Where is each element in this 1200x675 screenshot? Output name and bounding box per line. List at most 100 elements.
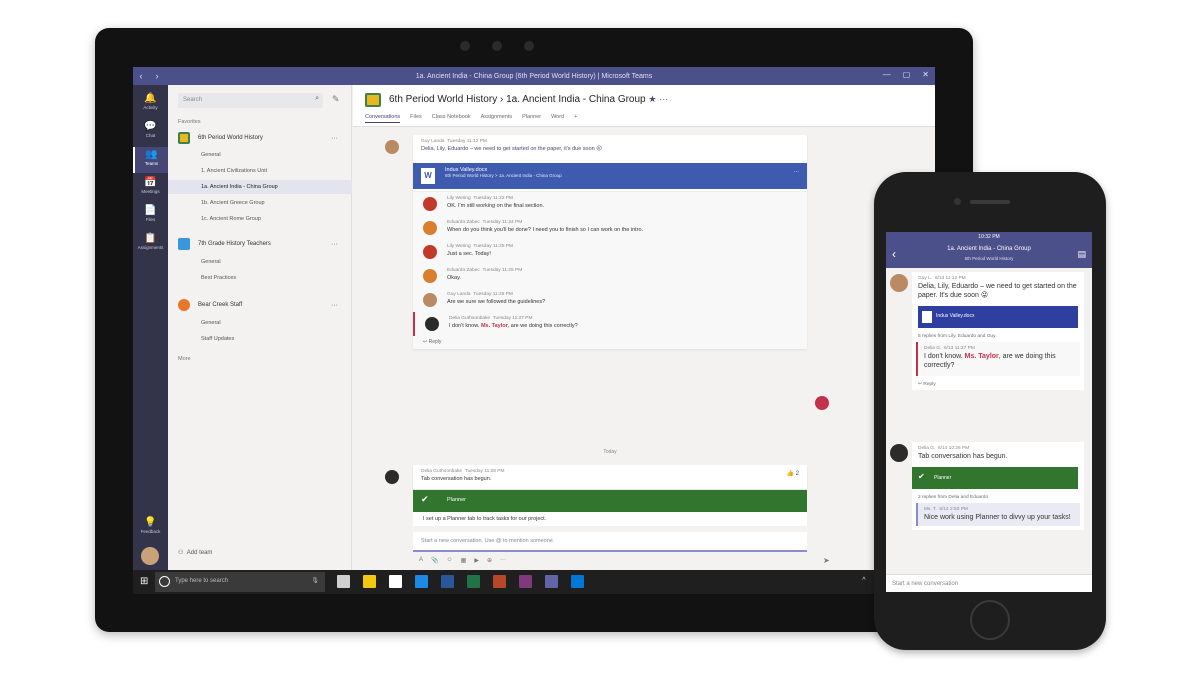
microphone-icon[interactable]: 🎙 (311, 577, 319, 584)
team-info-icon[interactable]: ▤ (1077, 249, 1086, 260)
task-view-icon[interactable] (337, 575, 350, 588)
user-avatar[interactable] (141, 547, 159, 565)
add-tab-button[interactable]: + (574, 114, 577, 123)
powerpoint-icon[interactable] (493, 575, 506, 588)
product-stage: ‹ › 1a. Ancient India - China Group (6th… (0, 0, 1200, 675)
planner-card[interactable]: ✔ Planner (413, 490, 807, 512)
windows-start-icon[interactable]: ⊞ (140, 576, 148, 587)
reply-message-important: Delia Guthoonbake Tuesday 11:27 PM I don'… (413, 312, 807, 336)
excel-icon[interactable] (467, 575, 480, 588)
search-input[interactable]: Search ⌕ (178, 93, 323, 108)
phone-message: Delia G. 6/14 10:26 PM Tab conversation … (912, 442, 1084, 530)
favorite-star-icon[interactable]: ★ (648, 94, 656, 104)
channel-item[interactable]: Staff Updates (168, 332, 352, 346)
phone-channel-title: 1a. Ancient India - China Group (947, 246, 1031, 252)
phone-compose-input[interactable]: Start a new conversation (886, 574, 1092, 592)
avatar (890, 274, 908, 292)
avatar (425, 317, 439, 331)
teams-app-icon[interactable] (545, 575, 558, 588)
add-team-button[interactable]: ⚇ Add team (178, 549, 212, 556)
window-title: 1a. Ancient India - China Group (6th Per… (415, 72, 653, 80)
conversation-thread: Delia Guthoonbake Tuesday 11:28 PM Tab c… (385, 465, 807, 489)
channel-item[interactable]: General (168, 148, 352, 162)
rail-chat[interactable]: 💬 Chat (133, 119, 168, 145)
home-button[interactable] (970, 600, 1010, 640)
avatar (385, 140, 399, 154)
reply-button[interactable]: ↩ Reply (912, 380, 1084, 390)
planner-card[interactable]: ✔ Planner (912, 467, 1078, 489)
word-icon[interactable] (441, 575, 454, 588)
more-options-icon[interactable]: ··· (331, 241, 338, 248)
outlook-icon[interactable] (571, 575, 584, 588)
channel-header: 6th Period World History › 1a. Ancient I… (353, 85, 935, 127)
calendar-icon: 📅 (144, 177, 157, 188)
windows-taskbar: ⊞ Type here to search 🎙 ^ (133, 570, 935, 594)
close-icon[interactable]: ✕ (922, 70, 929, 79)
rail-files[interactable]: 📄 Files (133, 203, 168, 229)
channel-item-selected[interactable]: 1a. Ancient India - China Group (168, 180, 352, 194)
file-attachment-card[interactable]: W Indus Valley.docx 6th Period World His… (413, 163, 807, 189)
more-options-icon[interactable]: ··· (659, 94, 668, 104)
video-icon[interactable]: ▶ (474, 557, 479, 564)
lightbulb-icon: 💡 (144, 517, 157, 528)
edge-icon[interactable] (415, 575, 428, 588)
taskbar-search-input[interactable]: Type here to search 🎙 (155, 572, 325, 592)
channel-item[interactable]: General (168, 316, 352, 330)
team-item[interactable]: Bear Creek Staff ··· (178, 298, 348, 312)
team-icon (178, 299, 190, 311)
format-icon[interactable]: A (419, 557, 423, 564)
channel-item[interactable]: Best Practices (168, 271, 352, 285)
rail-feedback[interactable]: 💡 Feedback (133, 515, 168, 541)
onenote-icon[interactable] (519, 575, 532, 588)
tab-files[interactable]: Files (410, 114, 422, 123)
planner-icon: ✔ (918, 472, 925, 481)
team-item[interactable]: 7th Grade History Teachers ··· (178, 237, 348, 251)
more-options-icon[interactable]: ··· (794, 169, 800, 175)
team-item[interactable]: 6th Period World History ··· (178, 131, 348, 145)
tab-assignments[interactable]: Assignments (481, 114, 513, 123)
more-teams-link[interactable]: More (178, 356, 191, 362)
more-options-icon[interactable]: ··· (500, 557, 506, 564)
like-icon[interactable]: 👍 2 (787, 470, 799, 477)
team-icon (365, 93, 381, 107)
teams-icon: 👥 (145, 149, 158, 160)
channel-item[interactable]: 1c. Ancient Rome Group (168, 212, 352, 226)
team-icon (178, 238, 190, 250)
compose-input[interactable]: Start a new conversation. Use @ to menti… (413, 532, 807, 552)
store-icon[interactable] (389, 575, 402, 588)
replies-summary[interactable]: 2 replies from Delia and Eduardo (912, 493, 1084, 503)
rail-assignments[interactable]: 📋 Assignments (133, 231, 168, 257)
file-attachment-card[interactable]: Indus Valley.docx (918, 306, 1078, 328)
meet-icon[interactable]: ⊕ (487, 557, 492, 564)
reply-message: Eduardo Zabec Tuesday 11:25 PM Okay. (413, 264, 807, 288)
emoji-icon[interactable]: ☺ (447, 557, 453, 564)
maximize-icon[interactable]: ▢ (903, 70, 911, 79)
compose-icon[interactable]: ✎ (332, 94, 340, 105)
cortana-icon (159, 576, 170, 587)
tab-conversations[interactable]: Conversations (365, 114, 401, 123)
channel-item[interactable]: General (168, 255, 352, 269)
rail-meetings[interactable]: 📅 Meetings (133, 175, 168, 201)
planner-card-wrap: ✔ Planner I set up a Planner tab to trac… (413, 490, 807, 526)
search-icon: ⌕ (315, 95, 319, 102)
camera-dot (492, 41, 502, 51)
attach-icon[interactable]: 📎 (431, 557, 438, 564)
giphy-icon[interactable]: ▦ (461, 557, 467, 564)
minimize-icon[interactable]: — (883, 70, 891, 79)
channel-item[interactable]: 1b. Ancient Greece Group (168, 196, 352, 210)
word-doc-icon: W (421, 168, 435, 184)
rail-activity[interactable]: 🔔 Activity (133, 91, 168, 117)
rail-teams[interactable]: 👥 Teams (133, 147, 168, 173)
send-icon[interactable]: ➤ (823, 556, 830, 565)
tab-planner[interactable]: Planner (522, 114, 541, 123)
reply-button[interactable]: ↩ Reply (413, 336, 807, 349)
file-explorer-icon[interactable] (363, 575, 376, 588)
avatar (423, 221, 437, 235)
tab-word[interactable]: Word (551, 114, 564, 123)
replies-summary[interactable]: 5 replies from Lily, Eduardo and Guy (912, 332, 1084, 342)
chevron-up-icon[interactable]: ^ (862, 577, 865, 585)
more-options-icon[interactable]: ··· (331, 302, 338, 309)
more-options-icon[interactable]: ··· (331, 135, 338, 142)
tab-class-notebook[interactable]: Class Notebook (432, 114, 471, 123)
channel-item[interactable]: 1. Ancient Civilizations Unit (168, 164, 352, 178)
